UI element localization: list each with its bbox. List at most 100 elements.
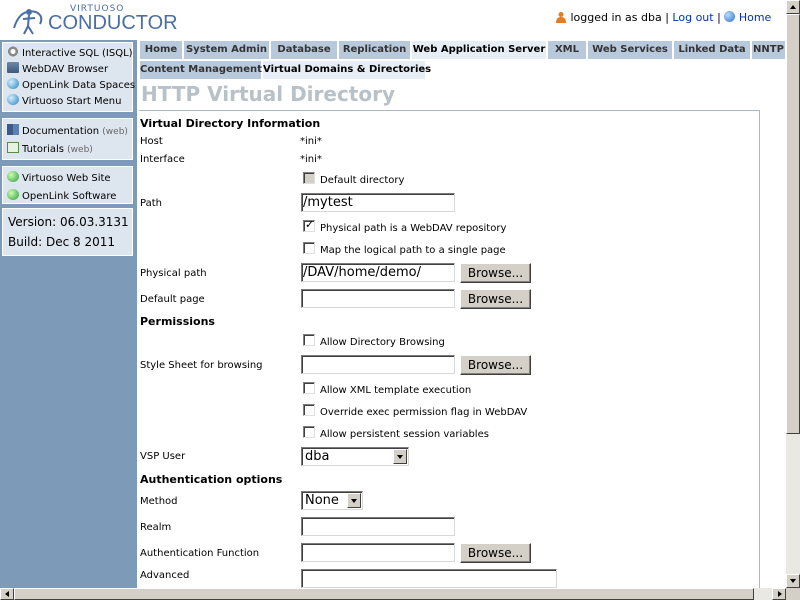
logged-in-text: logged in as dba (570, 11, 662, 24)
scroll-down-button[interactable] (786, 574, 800, 588)
tab-home[interactable]: Home (139, 40, 183, 60)
vertical-scrollbar[interactable] (786, 0, 800, 588)
sidebar-group-links: Virtuoso Web Site OpenLink Software (2, 166, 133, 204)
tab-web-services[interactable]: Web Services (587, 40, 673, 60)
physical-path-input[interactable]: /DAV/home/demo/ (301, 263, 455, 282)
vsp-user-value: dba (305, 449, 330, 464)
title-divider (139, 110, 760, 111)
allow-directory-browsing-label: Allow Directory Browsing (320, 337, 445, 348)
scroll-right-button[interactable] (772, 588, 786, 600)
logout-link[interactable]: Log out (672, 11, 713, 24)
interface-label: Interface (140, 154, 185, 165)
earth-icon (7, 171, 19, 182)
override-exec-checkbox[interactable] (303, 404, 315, 416)
realm-label: Realm (140, 522, 172, 533)
host-label: Host (140, 136, 163, 147)
globe-icon (7, 94, 19, 105)
user-bar: logged in as dba | Log out | Home (555, 11, 771, 24)
home-link[interactable]: Home (739, 11, 771, 24)
scroll-up-button[interactable] (786, 0, 800, 14)
chevron-down-icon[interactable] (347, 493, 361, 508)
header: VIRTUOSO CONDUCTOR logged in as dba | Lo… (0, 0, 786, 40)
vsp-user-select[interactable]: dba (301, 447, 409, 466)
allow-xml-template-checkbox[interactable] (303, 382, 315, 394)
stylesheet-browse-button[interactable]: Browse... (460, 355, 531, 375)
horizontal-scroll-thumb[interactable] (14, 588, 754, 600)
default-directory-label: Default directory (320, 175, 405, 186)
gear-icon (7, 46, 19, 57)
book-icon (7, 124, 19, 135)
tab-web-application-server[interactable]: Web Application Server (411, 40, 547, 60)
vertical-scroll-thumb[interactable] (786, 14, 800, 434)
advanced-label: Advanced (140, 570, 190, 581)
method-value: None (305, 493, 339, 508)
tutorial-icon (7, 142, 19, 153)
path-input[interactable]: /mytest (301, 193, 455, 212)
separator: | (717, 11, 721, 24)
allow-xml-template-label: Allow XML template execution (320, 385, 472, 396)
user-icon (556, 12, 566, 23)
globe-icon (7, 78, 19, 89)
chevron-down-icon[interactable] (393, 449, 407, 464)
horizontal-scrollbar[interactable] (0, 588, 786, 600)
subtab-content-management[interactable]: Content Management (139, 60, 262, 80)
realm-input[interactable] (301, 517, 455, 536)
scrollbar-corner (786, 588, 800, 600)
sidebar-item-webdav[interactable]: WebDAV Browser (7, 62, 108, 76)
content-right-border (759, 110, 760, 590)
tab-linked-data[interactable]: Linked Data (673, 40, 751, 60)
stylesheet-input[interactable] (301, 355, 455, 374)
earth-icon (7, 189, 19, 200)
tab-system-admin[interactable]: System Admin (183, 40, 270, 60)
auth-function-label: Authentication Function (140, 548, 260, 559)
tab-database[interactable]: Database (270, 40, 338, 60)
advanced-input[interactable] (301, 569, 557, 588)
sidebar-item-virtuoso-site[interactable]: Virtuoso Web Site (7, 171, 111, 185)
webdav-repository-checkbox[interactable] (303, 218, 315, 232)
sidebar-item-data-spaces[interactable]: OpenLink Data Spaces (7, 78, 135, 92)
tab-xml[interactable]: XML (547, 40, 587, 60)
main-tabs: Home System Admin Database Replication W… (139, 40, 786, 60)
map-logical-path-checkbox[interactable] (303, 242, 315, 254)
physical-path-browse-button[interactable]: Browse... (460, 263, 531, 283)
section-virtual-directory-info: Virtual Directory Information (140, 117, 321, 130)
default-directory-checkbox[interactable] (303, 172, 315, 184)
build-text: Build: Dec 8 2011 (8, 235, 116, 249)
sidebar-item-start-menu[interactable]: Virtuoso Start Menu (7, 94, 121, 108)
vsp-user-label: VSP User (140, 451, 186, 462)
allow-persistent-session-label: Allow persistent session variables (320, 429, 489, 440)
page-title: HTTP Virtual Directory (141, 82, 396, 106)
auth-function-input[interactable] (301, 543, 455, 562)
method-select[interactable]: None (301, 491, 363, 510)
version-text: Version: 06.03.3131 (8, 215, 129, 229)
method-label: Method (140, 496, 178, 507)
auth-function-browse-button[interactable]: Browse... (460, 543, 531, 563)
tab-replication[interactable]: Replication (338, 40, 411, 60)
home-globe-icon (724, 11, 736, 22)
sidebar-item-tutorials[interactable]: Tutorials (web) (7, 142, 93, 156)
default-page-browse-button[interactable]: Browse... (460, 289, 531, 309)
stylesheet-label: Style Sheet for browsing (140, 360, 263, 371)
map-logical-path-label: Map the logical path to a single page (320, 245, 506, 256)
sidebar-item-openlink-software[interactable]: OpenLink Software (7, 189, 116, 203)
section-permissions: Permissions (140, 315, 215, 328)
subtab-virtual-domains[interactable]: Virtual Domains & Directories (262, 60, 431, 80)
override-exec-label: Override exec permission flag in WebDAV (320, 407, 528, 418)
version-box: Version: 06.03.3131 Build: Dec 8 2011 (2, 208, 133, 256)
sidebar-group-docs: Documentation (web) Tutorials (web) (2, 118, 133, 160)
allow-directory-browsing-checkbox[interactable] (303, 334, 315, 346)
scroll-left-button[interactable] (0, 588, 14, 600)
sidebar-item-documentation[interactable]: Documentation (web) (7, 124, 128, 138)
brand-big: CONDUCTOR (48, 12, 178, 34)
allow-persistent-session-checkbox[interactable] (303, 426, 315, 438)
interface-value: *ini* (300, 154, 322, 165)
section-authentication: Authentication options (140, 473, 283, 486)
physical-path-label: Physical path (140, 268, 207, 279)
path-label: Path (140, 198, 162, 209)
virtuoso-conductor-logo: VIRTUOSO CONDUCTOR (8, 2, 178, 38)
sidebar-item-isql[interactable]: Interactive SQL (ISQL) (7, 46, 133, 60)
tab-nntp[interactable]: NNTP (751, 40, 786, 60)
default-page-input[interactable] (301, 289, 455, 308)
separator: | (665, 11, 669, 24)
folder-icon (7, 62, 19, 73)
